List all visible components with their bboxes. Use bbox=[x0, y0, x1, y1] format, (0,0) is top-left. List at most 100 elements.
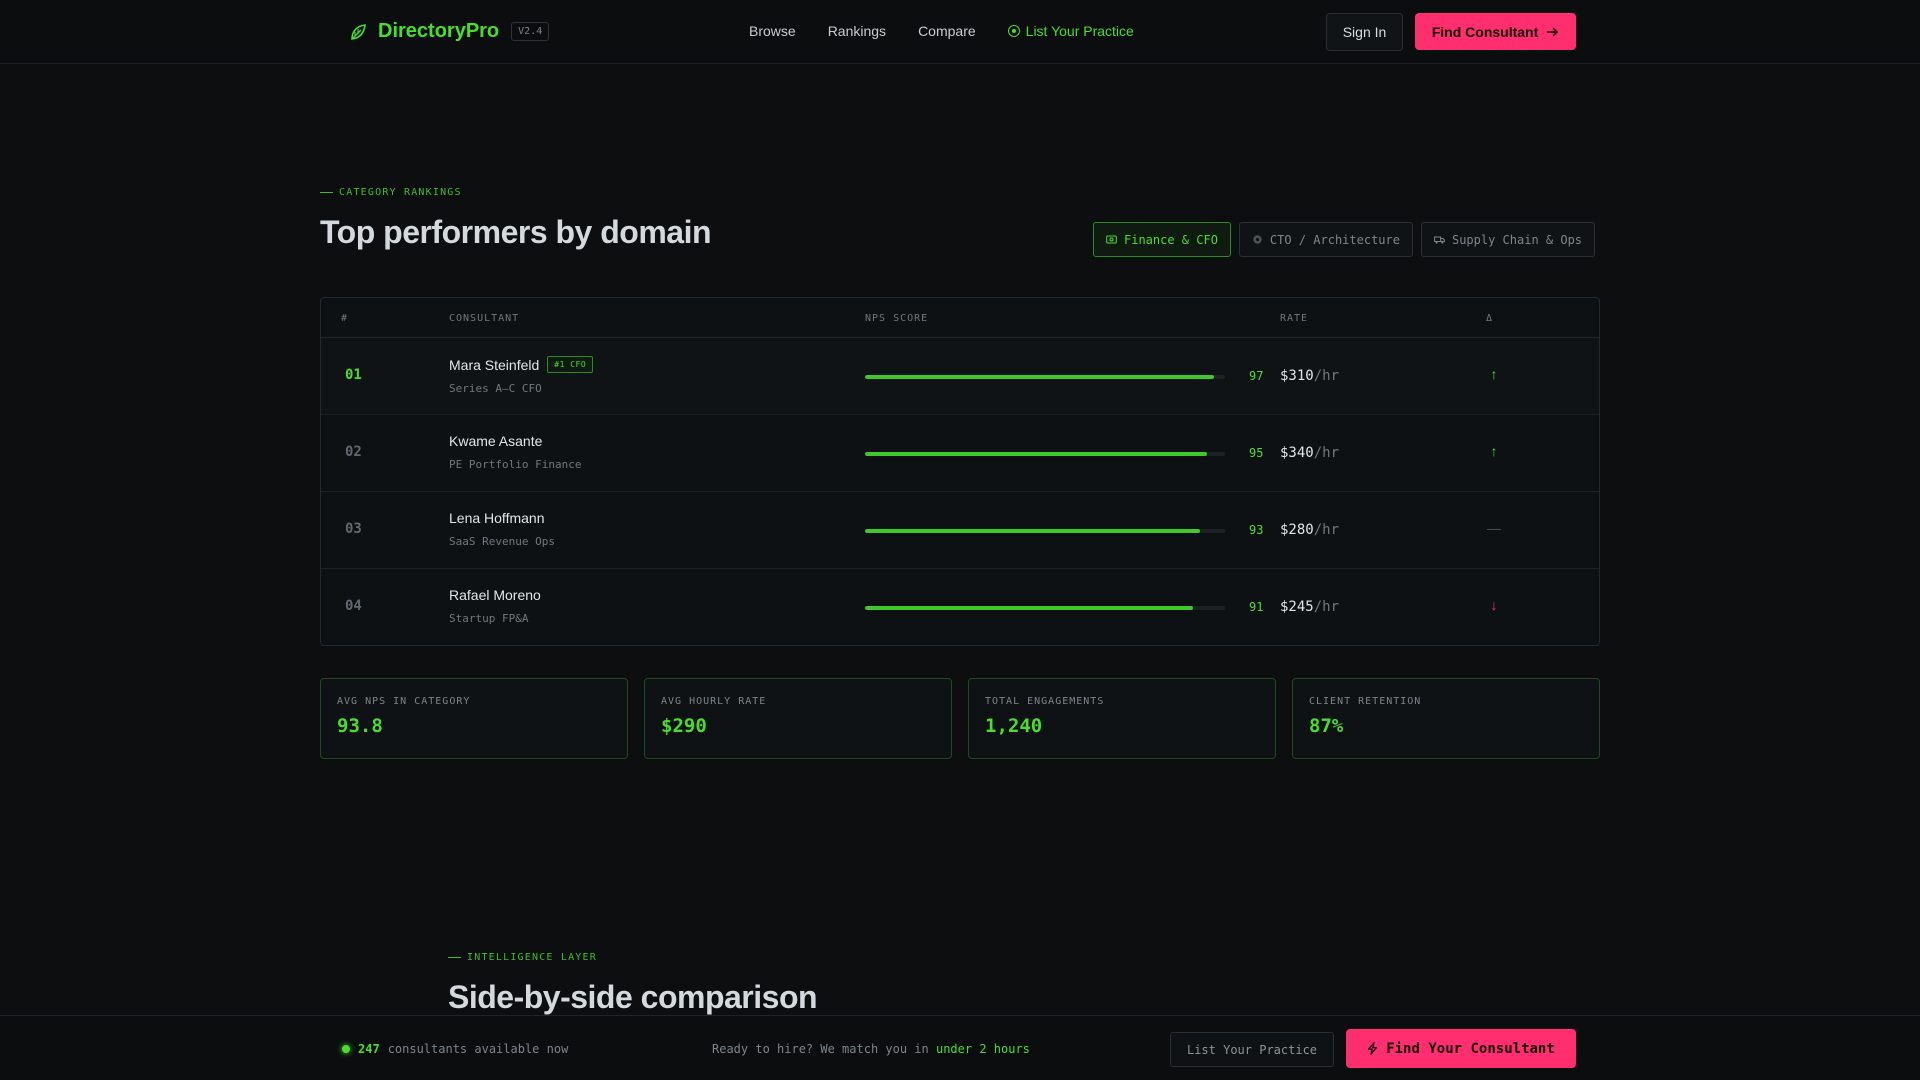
rate-value: $340 bbox=[1280, 445, 1314, 461]
rankings-eyebrow: CATEGORY RANKINGS bbox=[320, 187, 462, 198]
filter-supply-chain[interactable]: Supply Chain & Ops bbox=[1420, 222, 1596, 257]
nps-bar-fill bbox=[865, 606, 1193, 610]
rank-number: 01 bbox=[345, 367, 362, 383]
consultant-cell: Mara Steinfeld #1 CFO Series A–C CFO bbox=[449, 356, 594, 395]
rank-badge: #1 CFO bbox=[547, 356, 594, 373]
live-status-icon bbox=[342, 1045, 350, 1053]
nps-bar-fill bbox=[865, 529, 1200, 533]
stat-value: $290 bbox=[661, 715, 707, 737]
lightning-icon bbox=[1368, 1042, 1378, 1055]
trend-up-icon: ↑ bbox=[1490, 443, 1498, 459]
consultant-name[interactable]: Kwame Asante bbox=[449, 433, 542, 449]
category-filters: Finance & CFO CTO / Architecture Supply … bbox=[1093, 222, 1596, 257]
table-row[interactable]: 03 Lena Hoffmann SaaS Revenue Ops 93 $280/hr… bbox=[321, 492, 1599, 569]
eyebrow-dash bbox=[448, 957, 461, 958]
hourly-rate: $245/hr bbox=[1280, 599, 1339, 615]
trend-down-icon: ↓ bbox=[1490, 597, 1498, 613]
col-rate[interactable]: RATE bbox=[1280, 313, 1308, 324]
table-row[interactable]: 01 Mara Steinfeld #1 CFO Series A–C CFO 97 $3… bbox=[321, 338, 1599, 415]
nav-list-practice[interactable]: List Your Practice bbox=[1007, 23, 1134, 39]
ready-highlight: under 2 hours bbox=[935, 1042, 1030, 1056]
filter-finance-cfo[interactable]: Finance & CFO bbox=[1093, 222, 1231, 257]
consultant-name[interactable]: Mara Steinfeld bbox=[449, 357, 539, 373]
stat-label: CLIENT RETENTION bbox=[1309, 696, 1422, 707]
col-consultant[interactable]: CONSULTANT bbox=[449, 313, 519, 324]
hourly-rate: $310/hr bbox=[1280, 368, 1339, 384]
consultant-cell: Rafael Moreno Startup FP&A bbox=[449, 587, 541, 625]
rate-value: $245 bbox=[1280, 599, 1314, 615]
sticky-bottom-bar: 247 consultants available now Ready to h… bbox=[0, 1015, 1920, 1080]
table-header: # CONSULTANT NPS SCORE RATE Δ bbox=[321, 298, 1599, 338]
filter-cto-architecture[interactable]: CTO / Architecture bbox=[1238, 222, 1413, 257]
consultant-specialty: SaaS Revenue Ops bbox=[449, 535, 555, 548]
consultant-specialty: PE Portfolio Finance bbox=[449, 458, 582, 471]
col-rank: # bbox=[341, 313, 349, 324]
availability-indicator: 247 consultants available now bbox=[342, 1042, 568, 1056]
version-badge: V2.4 bbox=[511, 22, 550, 41]
stat-avg-rate: AVG HOURLY RATE $290 bbox=[644, 678, 952, 759]
stat-label: AVG HOURLY RATE bbox=[661, 696, 767, 707]
consultant-cell: Kwame Asante PE Portfolio Finance bbox=[449, 433, 581, 471]
comparison-eyebrow: INTELLIGENCE LAYER bbox=[448, 952, 597, 963]
truck-icon bbox=[1434, 236, 1445, 244]
comparison-eyebrow-text: INTELLIGENCE LAYER bbox=[467, 952, 597, 963]
stat-client-retention: CLIENT RETENTION 87% bbox=[1292, 678, 1600, 759]
nps-bar bbox=[865, 529, 1225, 533]
filter-label: Finance & CFO bbox=[1124, 232, 1218, 247]
col-delta: Δ bbox=[1486, 313, 1494, 324]
top-header: DirectoryPro V2.4 Browse Rankings Compar… bbox=[0, 0, 1920, 64]
table-body: 01 Mara Steinfeld #1 CFO Series A–C CFO 97 $3… bbox=[321, 338, 1599, 645]
rate-value: $280 bbox=[1280, 522, 1314, 538]
stat-total-engagements: TOTAL ENGAGEMENTS 1,240 bbox=[968, 678, 1276, 759]
rate-unit: /hr bbox=[1313, 445, 1340, 461]
stat-label: AVG NPS IN CATEGORY bbox=[337, 696, 471, 707]
filter-label: CTO / Architecture bbox=[1269, 232, 1400, 247]
nps-bar bbox=[865, 606, 1225, 610]
rank-number: 02 bbox=[345, 444, 362, 460]
stat-label: TOTAL ENGAGEMENTS bbox=[985, 696, 1105, 707]
consultant-name-line: Lena Hoffmann bbox=[449, 510, 555, 526]
stat-value: 1,240 bbox=[985, 715, 1043, 737]
table-row[interactable]: 02 Kwame Asante PE Portfolio Finance 95 $340… bbox=[321, 415, 1599, 492]
brand[interactable]: DirectoryPro V2.4 bbox=[348, 20, 550, 43]
nav-compare[interactable]: Compare bbox=[918, 23, 976, 39]
consultant-name-line: Mara Steinfeld #1 CFO bbox=[449, 356, 594, 373]
trend-flat-icon: — bbox=[1487, 520, 1501, 536]
consultant-name[interactable]: Lena Hoffmann bbox=[449, 510, 544, 526]
consultant-specialty: Series A–C CFO bbox=[449, 382, 542, 395]
eyebrow-dash bbox=[320, 192, 333, 193]
rankings-eyebrow-text: CATEGORY RANKINGS bbox=[339, 187, 462, 198]
comparison-title: Side-by-side comparison bbox=[448, 979, 818, 1015]
table-row[interactable]: 04 Rafael Moreno Startup FP&A 91 $245/hr ↓ bbox=[321, 569, 1599, 645]
rate-unit: /hr bbox=[1313, 599, 1340, 615]
consultant-name-line: Kwame Asante bbox=[449, 433, 581, 449]
trend-up-icon: ↑ bbox=[1490, 366, 1498, 382]
rank-number: 03 bbox=[345, 521, 362, 537]
nav-rankings[interactable]: Rankings bbox=[828, 23, 886, 39]
find-consultant-button[interactable]: Find Consultant bbox=[1415, 13, 1576, 50]
stat-value: 87% bbox=[1309, 715, 1344, 737]
rate-value: $310 bbox=[1280, 368, 1314, 384]
rankings-title: Top performers by domain bbox=[320, 214, 712, 250]
consultant-name[interactable]: Rafael Moreno bbox=[449, 587, 541, 603]
consultant-cell: Lena Hoffmann SaaS Revenue Ops bbox=[449, 510, 555, 548]
col-nps[interactable]: NPS SCORE bbox=[865, 313, 928, 324]
stat-value: 93.8 bbox=[337, 715, 383, 737]
rate-unit: /hr bbox=[1313, 368, 1340, 384]
consultant-specialty: Startup FP&A bbox=[449, 612, 529, 625]
available-count: 247 bbox=[358, 1042, 380, 1056]
stats-row: AVG NPS IN CATEGORY 93.8 AVG HOURLY RATE… bbox=[320, 678, 1600, 759]
rate-unit: /hr bbox=[1313, 522, 1340, 538]
target-icon bbox=[1007, 25, 1020, 37]
nav-browse[interactable]: Browse bbox=[749, 23, 796, 39]
nps-bar bbox=[865, 452, 1225, 456]
card-icon bbox=[1106, 235, 1117, 244]
arrow-right-icon bbox=[1547, 26, 1559, 37]
find-your-consultant-button[interactable]: Find Your Consultant bbox=[1346, 1029, 1576, 1068]
rankings-table: # CONSULTANT NPS SCORE RATE Δ 01 Mara Ste… bbox=[320, 297, 1600, 646]
consultant-name-line: Rafael Moreno bbox=[449, 587, 541, 603]
sign-in-button[interactable]: Sign In bbox=[1326, 13, 1403, 51]
rank-number: 04 bbox=[345, 598, 362, 614]
list-practice-button[interactable]: List Your Practice bbox=[1170, 1032, 1334, 1067]
gear-icon bbox=[1253, 235, 1262, 244]
